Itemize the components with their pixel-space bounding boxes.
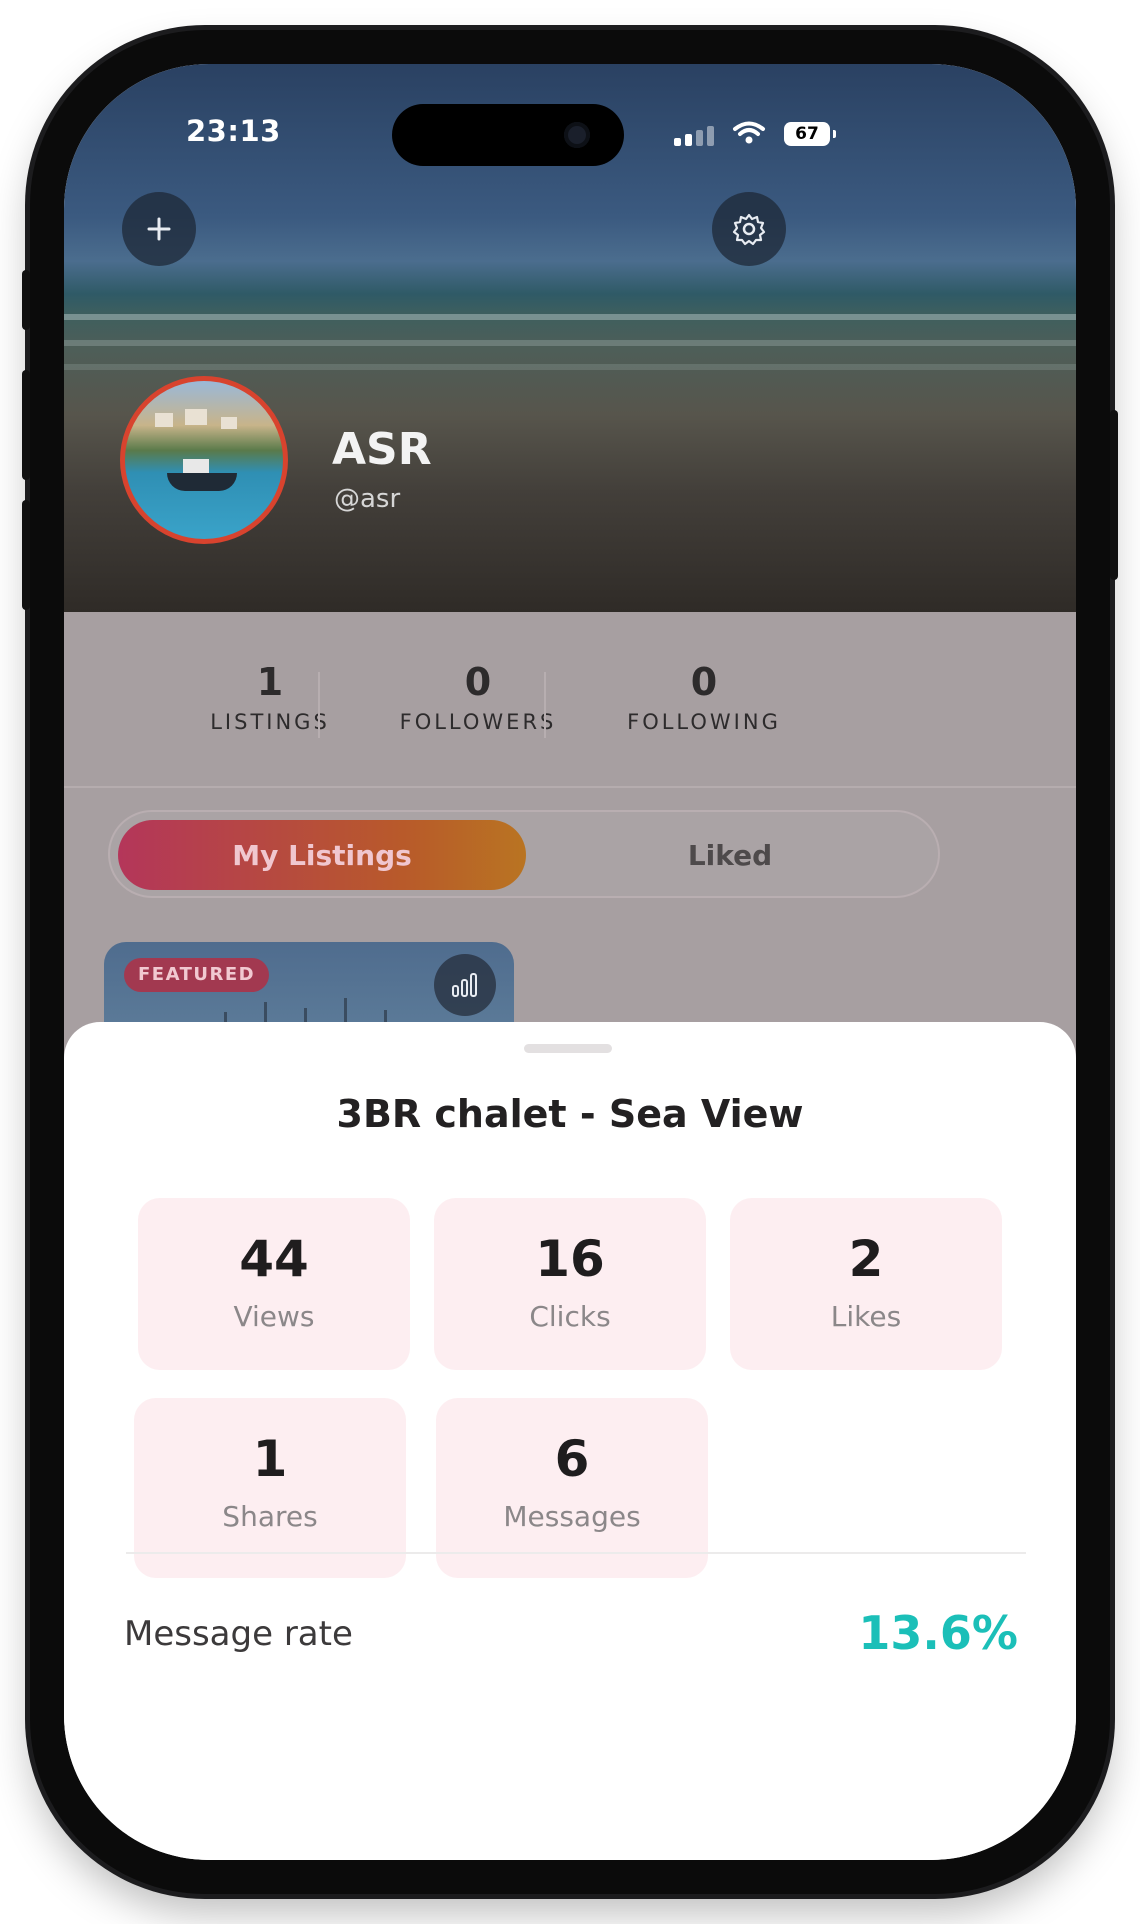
stat-value: 0 [690,660,718,704]
profile-name: ASR [332,424,432,475]
sheet-grabber[interactable] [524,1044,612,1053]
metric-label: Clicks [529,1300,611,1333]
metric-value: 6 [554,1430,590,1488]
metric-card-messages: 6 Messages [436,1398,708,1578]
gear-icon [732,213,766,246]
metric-value: 44 [239,1230,309,1288]
volume-down-button [22,500,30,610]
battery-icon: 67 [784,122,836,146]
avatar-decor [167,473,237,491]
power-button [1110,410,1118,580]
camera-icon [564,122,590,148]
sheet-title: 3BR chalet - Sea View [336,1092,804,1136]
tab-my-listings[interactable]: My Listings [118,820,526,890]
add-button[interactable] [122,192,196,266]
bar-chart-icon [452,973,477,997]
status-bar: 23:13 67 [64,92,1076,166]
metric-card-views: 44 Views [138,1198,410,1370]
avatar-decor [155,413,173,427]
signal-icon [674,126,714,146]
avatar-decor [221,417,237,429]
volume-up-button [22,370,30,480]
message-rate-label: Message rate [124,1614,353,1654]
settings-button[interactable] [712,192,786,266]
wifi-icon [733,121,765,144]
action-button [22,270,30,330]
dynamic-island [392,104,624,166]
metric-label: Shares [222,1500,318,1533]
metric-value: 16 [535,1230,605,1288]
plus-icon [147,217,171,241]
phone-frame: 23:13 67 ASR @asr 1 LISTINGS 0 FOLLOWERS… [22,30,1118,1894]
divider [126,1552,1026,1554]
metric-value: 1 [252,1430,288,1488]
metric-card-likes: 2 Likes [730,1198,1002,1370]
divider [544,672,546,738]
wave-decor [64,340,1076,346]
avatar[interactable] [120,376,288,544]
metric-card-shares: 1 Shares [134,1398,406,1578]
stat-label: FOLLOWING [627,710,781,734]
featured-badge: FEATURED [124,958,270,992]
profile-handle: @asr [334,484,401,514]
screen: 23:13 67 ASR @asr 1 LISTINGS 0 FOLLOWERS… [64,64,1076,1860]
metric-label: Likes [830,1300,902,1333]
divider [64,786,1076,788]
wave-decor [64,364,1076,370]
stat-following[interactable]: 0 FOLLOWING [564,660,844,734]
wave-decor [64,314,1076,320]
metric-label: Views [233,1300,315,1333]
listing-tabs: My Listings Liked [108,810,940,898]
cover-photo: 23:13 67 ASR @asr [64,64,1076,612]
analytics-button[interactable] [434,954,496,1016]
metric-card-clicks: 16 Clicks [434,1198,706,1370]
status-time: 23:13 [186,114,281,148]
tab-liked[interactable]: Liked [526,820,934,890]
divider [318,672,320,738]
avatar-decor [185,409,207,425]
message-rate-value: 13.6% [858,1606,1018,1660]
metric-label: Messages [503,1500,641,1533]
metric-value: 2 [848,1230,884,1288]
analytics-sheet: 3BR chalet - Sea View 44 Views 16 Clicks… [64,1022,1076,1860]
